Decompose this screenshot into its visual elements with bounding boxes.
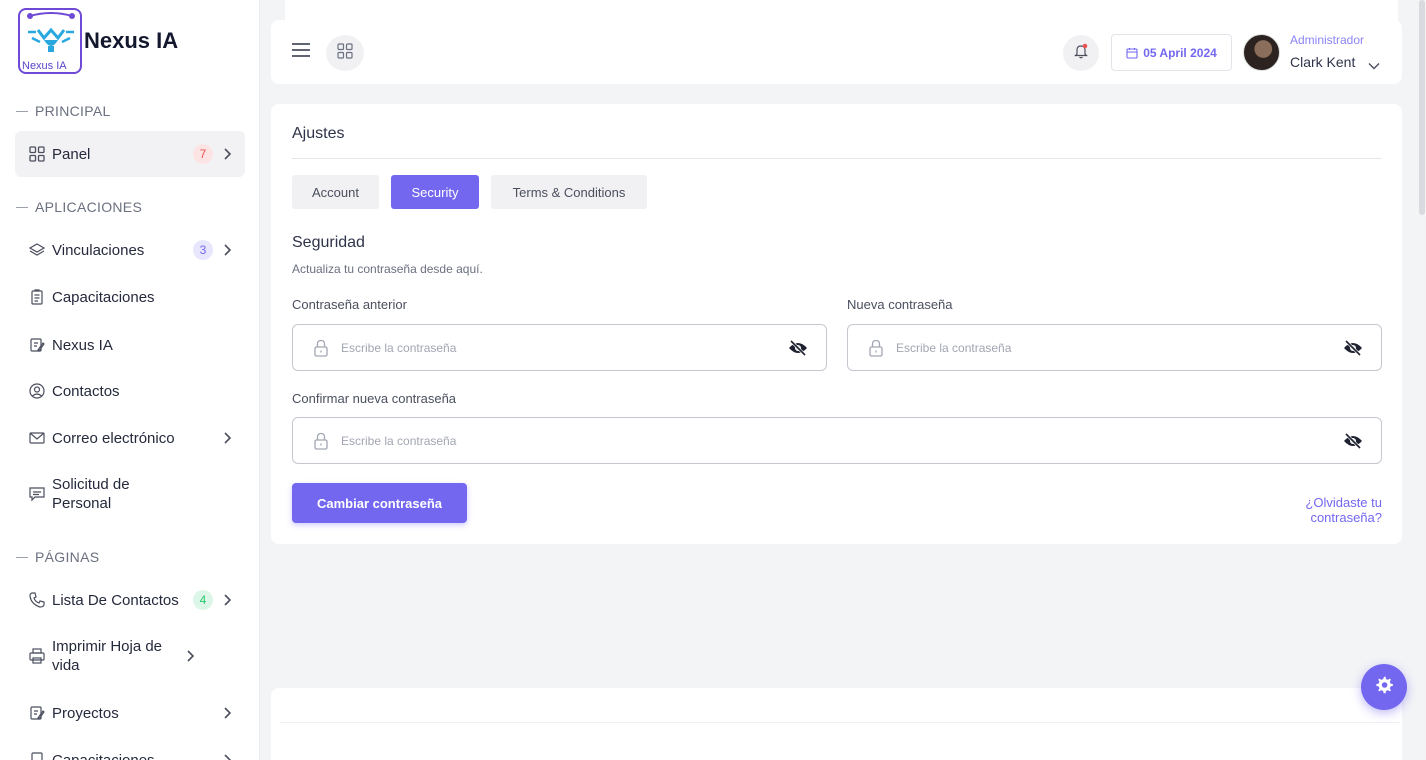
sidebar-item-label: Panel xyxy=(52,145,91,163)
header: 05 April 2024 Administrador Clark Kent xyxy=(271,20,1402,84)
tab-account[interactable]: Account xyxy=(292,175,379,209)
sidebar-item-label: Vinculaciones xyxy=(52,241,145,259)
logo: Nexus IA xyxy=(18,8,82,74)
chevron-right-icon xyxy=(219,430,235,446)
printer-icon xyxy=(29,648,45,664)
sidebar-item-label: Solicitud de Personal xyxy=(52,476,130,512)
user-name[interactable]: Clark Kent xyxy=(1290,54,1355,70)
sidebar-item-lista-contactos[interactable]: Lista De Contactos 4 xyxy=(15,588,245,612)
sidebar-item-proyectos[interactable]: Proyectos xyxy=(15,701,245,725)
badge: 3 xyxy=(193,240,213,260)
date-display[interactable]: 05 April 2024 xyxy=(1111,34,1232,71)
eye-off-icon[interactable] xyxy=(1343,339,1363,356)
chevron-right-icon xyxy=(219,752,235,760)
notifications-button[interactable] xyxy=(1063,35,1099,71)
grid-icon xyxy=(29,146,45,162)
forgot-password-link[interactable]: ¿Olvidaste tu contraseña? xyxy=(1231,495,1382,525)
eye-off-icon[interactable] xyxy=(1343,432,1363,449)
badge: 7 xyxy=(193,144,213,164)
sidebar-item-correo[interactable]: Correo electrónico xyxy=(15,426,245,450)
new-password-placeholder: Escribe la contraseña xyxy=(896,340,1012,355)
new-password-field[interactable]: Escribe la contraseña xyxy=(847,324,1382,371)
sidebar-item-label: Capacitaciones xyxy=(52,751,155,760)
sidebar-item-label: Contactos xyxy=(52,382,120,400)
secondary-card-inner xyxy=(280,722,1400,760)
brand[interactable]: Nexus IA Nexus IA xyxy=(18,8,178,74)
confirm-password-placeholder: Escribe la contraseña xyxy=(341,433,457,448)
section-title: Seguridad xyxy=(292,234,365,251)
sidebar-item-capacitaciones-2[interactable]: Capacitaciones xyxy=(15,748,245,760)
avatar[interactable] xyxy=(1243,34,1280,71)
section-aplicaciones: APLICACIONES xyxy=(16,199,142,215)
divider xyxy=(292,158,1382,159)
layers-icon xyxy=(29,242,45,258)
sidebar-item-label: Nexus IA xyxy=(52,336,113,354)
sidebar-item-panel[interactable]: Panel 7 xyxy=(15,131,245,177)
sidebar-item-capacitaciones[interactable]: Capacitaciones xyxy=(15,285,245,309)
section-subtitle: Actualiza tu contraseña desde aquí. xyxy=(292,262,483,276)
apps-grid-button[interactable] xyxy=(326,35,364,71)
sidebar-item-label: Lista De Contactos xyxy=(52,591,179,609)
brand-name: Nexus IA xyxy=(84,28,179,53)
settings-card: Ajustes Account Security Terms & Conditi… xyxy=(271,104,1402,544)
chevron-right-icon xyxy=(219,592,235,608)
menu-icon[interactable] xyxy=(291,42,311,63)
sidebar-item-label: Capacitaciones xyxy=(52,288,155,306)
section-principal: PRINCIPAL xyxy=(16,103,111,119)
chevron-right-icon xyxy=(219,705,235,721)
mail-icon xyxy=(29,430,45,446)
lock-icon xyxy=(313,432,329,450)
badge: 4 xyxy=(193,590,213,610)
eye-off-icon[interactable] xyxy=(788,339,808,356)
lock-icon xyxy=(313,339,329,357)
confirm-password-label: Confirmar nueva contraseña xyxy=(292,391,457,406)
phone-icon xyxy=(29,592,45,608)
message-icon xyxy=(29,486,45,502)
sidebar-item-vinculaciones[interactable]: Vinculaciones 3 xyxy=(15,238,245,262)
date-text: 05 April 2024 xyxy=(1143,45,1217,60)
page-title: Ajustes xyxy=(292,125,345,142)
top-strip xyxy=(285,0,1398,22)
user-circle-icon xyxy=(29,383,45,399)
file-icon xyxy=(29,752,45,760)
grid-icon xyxy=(337,42,353,64)
gear-icon xyxy=(1375,676,1393,699)
customizer-button[interactable] xyxy=(1361,664,1407,710)
sidebar: Nexus IA Nexus IA PRINCIPAL Panel 7 APLI… xyxy=(0,0,260,760)
sidebar-item-label: Proyectos xyxy=(52,704,119,722)
chevron-down-icon[interactable] xyxy=(1368,57,1380,75)
sidebar-item-imprimir[interactable]: Imprimir Hoja de vida xyxy=(15,636,245,676)
logo-icon xyxy=(27,12,75,52)
tab-terms[interactable]: Terms & Conditions xyxy=(491,175,647,209)
chevron-right-icon xyxy=(182,648,198,664)
old-password-label: Contraseña anterior xyxy=(292,297,407,312)
bell-icon xyxy=(1073,43,1089,64)
sidebar-item-label: Correo electrónico xyxy=(52,429,175,447)
user-role: Administrador xyxy=(1290,33,1365,47)
chevron-right-icon xyxy=(219,146,235,162)
sidebar-item-solicitud[interactable]: Solicitud de Personal xyxy=(15,474,245,514)
scrollbar-thumb[interactable] xyxy=(1419,0,1425,215)
clipboard-icon xyxy=(29,289,45,305)
chevron-right-icon xyxy=(219,242,235,258)
edit-icon xyxy=(29,337,45,353)
tab-security[interactable]: Security xyxy=(391,175,479,209)
logo-caption: Nexus IA xyxy=(22,60,67,72)
change-password-button[interactable]: Cambiar contraseña xyxy=(292,483,467,523)
old-password-field[interactable]: Escribe la contraseña xyxy=(292,324,827,371)
edit-icon xyxy=(29,705,45,721)
sidebar-item-nexus-ia[interactable]: Nexus IA xyxy=(15,333,245,357)
lock-icon xyxy=(868,339,884,357)
scrollbar[interactable] xyxy=(1418,0,1426,760)
sidebar-item-label: Imprimir Hoja de vida xyxy=(52,638,163,674)
new-password-label: Nueva contraseña xyxy=(847,297,953,312)
calendar-icon xyxy=(1126,47,1138,59)
confirm-password-field[interactable]: Escribe la contraseña xyxy=(292,417,1382,464)
section-paginas: PÁGINAS xyxy=(16,549,99,565)
old-password-placeholder: Escribe la contraseña xyxy=(341,340,457,355)
sidebar-item-contactos[interactable]: Contactos xyxy=(15,379,245,403)
